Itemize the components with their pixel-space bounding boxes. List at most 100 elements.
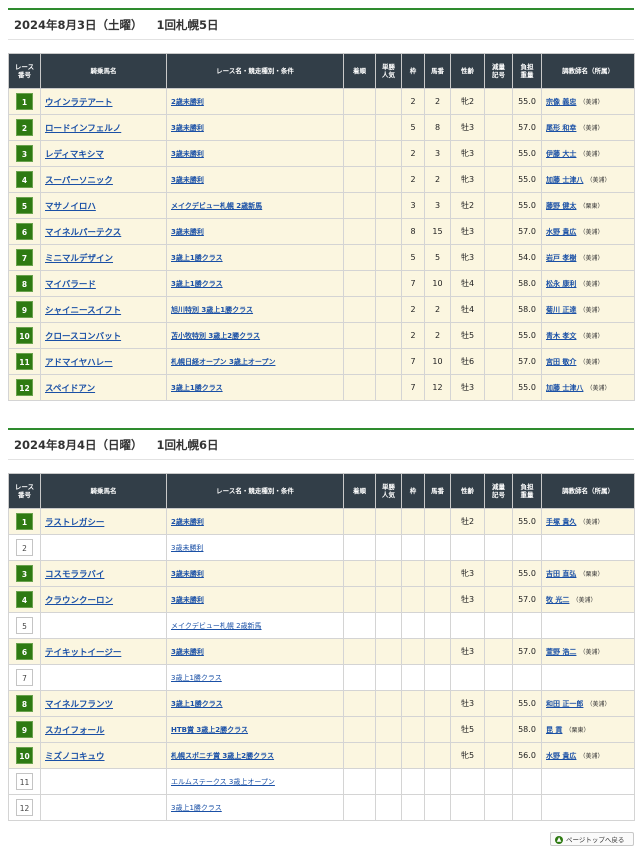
horse-name-link[interactable]: レディマキシマ	[40, 140, 167, 167]
trainer-name-link[interactable]: 宮田 敬介	[546, 358, 576, 366]
table-row: 8 マイバラード 3歳上1勝クラス 7 10 牡4 58.0 松永 康利 （美浦）	[8, 270, 635, 297]
race-name-link[interactable]: 3歳上1勝クラス	[166, 690, 344, 717]
trainer-name-link[interactable]: 萱野 浩二	[546, 648, 576, 656]
weight-mark-cell	[484, 742, 513, 769]
race-name-link[interactable]: 3歳未勝利	[166, 586, 344, 613]
race-name-link[interactable]: 3歳未勝利	[166, 638, 344, 665]
race-name-link[interactable]: 札幌スポニチ賞 3歳上2勝クラス	[166, 742, 344, 769]
race-name-link[interactable]: 2歳未勝利	[166, 508, 344, 535]
horse-name-link[interactable]: マイネルフランツ	[40, 690, 167, 717]
race-number-cell: 1	[8, 88, 41, 115]
trainer-name-link[interactable]: 青木 孝文	[546, 332, 576, 340]
horse-name-link	[40, 664, 167, 691]
race-name-link[interactable]: 苫小牧特別 3歳上2勝クラス	[166, 322, 344, 349]
horse-name-link[interactable]: マイバラード	[40, 270, 167, 297]
trainer-name-link[interactable]: 手塚 貴久	[546, 518, 576, 526]
trainer-name-link[interactable]: 和田 正一郎	[546, 700, 583, 708]
race-number-cell: 12	[8, 374, 41, 401]
horse-name-link[interactable]: クロースコンバット	[40, 322, 167, 349]
place-cell	[343, 742, 376, 769]
weight-cell: 57.0	[512, 114, 542, 141]
race-name-link[interactable]: メイクデビュー札幌 2歳新馬	[166, 612, 344, 639]
trainer-name-link[interactable]: 昆 貢	[546, 726, 562, 734]
weight-cell: 57.0	[512, 638, 542, 665]
table-row: 3 コスモララバイ 3歳未勝利 牝3 55.0 吉田 直弘 （栗東）	[8, 560, 635, 587]
trainer-belong: （栗東）	[565, 726, 590, 734]
waku-cell	[401, 794, 425, 821]
trainer-name-link[interactable]: 宗像 義忠	[546, 98, 576, 106]
race-number-cell: 11	[8, 348, 41, 375]
trainer-name-link[interactable]: 水野 貴広	[546, 228, 576, 236]
trainer-belong: （美浦）	[579, 332, 604, 340]
horse-name-link[interactable]: ロードインフェルノ	[40, 114, 167, 141]
weight-cell: 55.0	[512, 192, 542, 219]
waku-cell: 2	[401, 140, 425, 167]
trainer-belong: （美浦）	[579, 228, 604, 236]
popularity-cell	[375, 140, 402, 167]
race-name-link[interactable]: 3歳上1勝クラス	[166, 664, 344, 691]
weight-cell	[512, 664, 542, 691]
horse-name-link[interactable]: ウインラテアート	[40, 88, 167, 115]
horse-name-link[interactable]: マサノイロハ	[40, 192, 167, 219]
horse-name-link[interactable]: マイネルパーテクス	[40, 218, 167, 245]
race-name-link[interactable]: 3歳上1勝クラス	[166, 794, 344, 821]
page-top-button[interactable]: ▲ ページトップへ戻る	[550, 832, 634, 846]
trainer-name-link[interactable]: 藤野 健太	[546, 202, 576, 210]
trainer-name-link[interactable]: 松永 康利	[546, 280, 576, 288]
horse-name-link[interactable]: クラウンクーロン	[40, 586, 167, 613]
race-name-link[interactable]: 旭川特別 3歳上1勝クラス	[166, 296, 344, 323]
horse-name-link[interactable]: スペイドアン	[40, 374, 167, 401]
horse-name-link[interactable]: テイキットイージー	[40, 638, 167, 665]
race-name-link[interactable]: 3歳未勝利	[166, 218, 344, 245]
trainer-name-link[interactable]: 水野 貴広	[546, 752, 576, 760]
race-name-link[interactable]: 3歳未勝利	[166, 140, 344, 167]
horse-name-link[interactable]: シャイニースイフト	[40, 296, 167, 323]
race-name-link[interactable]: 3歳上1勝クラス	[166, 244, 344, 271]
horse-name-link[interactable]: ラストレガシー	[40, 508, 167, 535]
horse-name-link[interactable]: ミニマルデザイン	[40, 244, 167, 271]
race-name-link[interactable]: 3歳未勝利	[166, 166, 344, 193]
horse-name-link[interactable]: コスモララバイ	[40, 560, 167, 587]
trainer-name-link[interactable]: 加藤 士津八	[546, 384, 583, 392]
race-name-link[interactable]: 札幌日経オープン 3歳上オープン	[166, 348, 344, 375]
day-section-1: 2024年8月3日（土曜） 1回札幌5日 レース 番号 騎乗馬名 レース名・競走種別・…	[8, 8, 635, 401]
horse-name-link[interactable]: ミズノコキュウ	[40, 742, 167, 769]
umaban-cell: 8	[424, 114, 451, 141]
page-top-label: ページトップへ戻る	[566, 836, 625, 844]
trainer-name-link[interactable]: 尾形 和幸	[546, 124, 576, 132]
weight-mark-cell	[484, 140, 513, 167]
race-name-link[interactable]: 3歳上1勝クラス	[166, 270, 344, 297]
trainer-name-link[interactable]: 菊川 正達	[546, 306, 576, 314]
place-cell	[343, 560, 376, 587]
weight-mark-cell	[484, 794, 513, 821]
race-name-link[interactable]: 3歳未勝利	[166, 534, 344, 561]
place-cell	[343, 586, 376, 613]
trainer-name-link[interactable]: 伊藤 大士	[546, 150, 576, 158]
trainer-cell: 加藤 士津八 （美浦）	[541, 166, 635, 193]
race-name-link[interactable]: HTB賞 3歳上2勝クラス	[166, 716, 344, 743]
horse-name-link[interactable]: スーパーソニック	[40, 166, 167, 193]
table-row: 9 スカイフォール HTB賞 3歳上2勝クラス 牡5 58.0 昆 貢（栗東）	[8, 716, 635, 743]
horse-name-link[interactable]: アドマイヤハレー	[40, 348, 167, 375]
trainer-name-link[interactable]: 加藤 士津八	[546, 176, 583, 184]
table-row: 10 ミズノコキュウ 札幌スポニチ賞 3歳上2勝クラス 牝5 56.0 水野 貴広 （美浦）	[8, 742, 635, 769]
weight-cell: 55.0	[512, 560, 542, 587]
race-name-link[interactable]: 3歳未勝利	[166, 114, 344, 141]
trainer-name-link[interactable]: 吉田 直弘	[546, 570, 576, 578]
popularity-cell	[375, 534, 402, 561]
race-name-link[interactable]: 2歳未勝利	[166, 88, 344, 115]
trainer-belong: （美浦）	[579, 306, 604, 314]
weight-cell	[512, 794, 542, 821]
trainer-name-link[interactable]: 岩戸 孝樹	[546, 254, 576, 262]
horse-name-link[interactable]: スカイフォール	[40, 716, 167, 743]
trainer-name-link[interactable]: 牧 光二	[546, 596, 569, 604]
waku-cell: 7	[401, 374, 425, 401]
race-name-link[interactable]: メイクデビュー札幌 2歳新馬	[166, 192, 344, 219]
weight-cell: 55.0	[512, 690, 542, 717]
race-name-link[interactable]: エルムステークス 3歳上オープン	[166, 768, 344, 795]
place-cell	[343, 638, 376, 665]
race-name-link[interactable]: 3歳上1勝クラス	[166, 374, 344, 401]
table-row: 7 ミニマルデザイン 3歳上1勝クラス 5 5 牝3 54.0 岩戸 孝樹 （美浦）	[8, 244, 635, 271]
race-name-link[interactable]: 3歳未勝利	[166, 560, 344, 587]
weight-cell: 55.0	[512, 322, 542, 349]
